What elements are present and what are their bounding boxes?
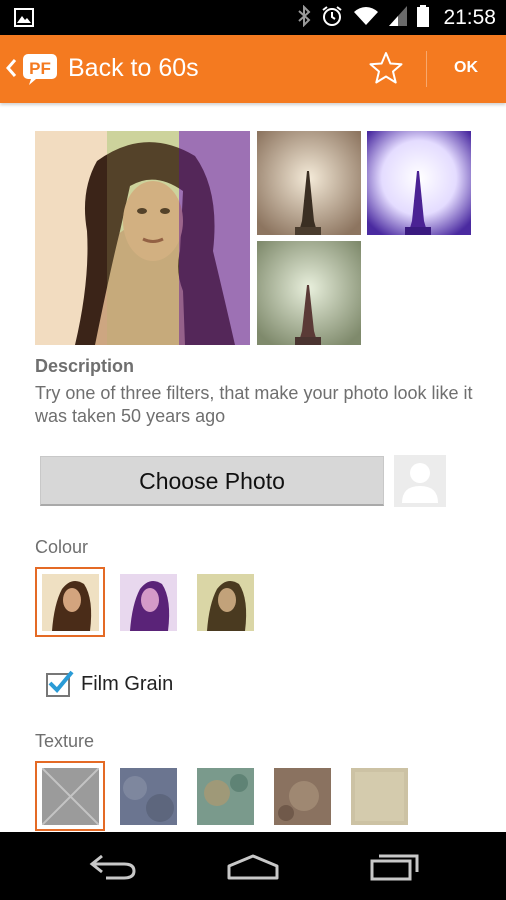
avatar-placeholder-icon[interactable] [394, 455, 446, 507]
svg-text:PF: PF [29, 59, 51, 78]
sample-thumbnail-warm[interactable] [257, 131, 361, 235]
alarm-icon [321, 5, 343, 31]
texture-option-none[interactable] [42, 768, 99, 825]
bluetooth-icon [297, 4, 311, 31]
recent-apps-icon[interactable] [370, 850, 422, 886]
colour-label: Colour [35, 537, 89, 557]
signal-icon [389, 5, 408, 30]
texture-option-paper[interactable] [351, 768, 408, 825]
home-icon[interactable] [226, 850, 280, 886]
navigation-bar [0, 832, 506, 900]
back-icon[interactable] [88, 850, 138, 886]
description-text: Try one of three filters, that make your… [35, 383, 473, 426]
battery-icon [417, 4, 430, 31]
colour-option-purple[interactable] [120, 574, 177, 631]
filter-preview-image [35, 131, 250, 345]
texture-option-teal-grunge[interactable] [197, 768, 254, 825]
star-icon[interactable] [368, 50, 404, 90]
description-heading: Description [35, 356, 135, 376]
colour-option-warm[interactable] [42, 574, 99, 631]
texture-label: Texture [35, 731, 95, 751]
wifi-icon [353, 6, 379, 30]
sample-thumbnail-purple[interactable] [367, 131, 471, 235]
app-logo[interactable]: PF [22, 52, 58, 86]
back-chevron-icon[interactable] [4, 54, 18, 86]
screen-title[interactable]: Back to 60s [68, 54, 199, 83]
texture-option-blue-grunge[interactable] [120, 768, 177, 825]
clock-time: 21:58 [443, 5, 496, 29]
colour-option-green[interactable] [197, 574, 254, 631]
status-bar: 21:58 [0, 0, 506, 35]
ok-button[interactable]: OK [440, 59, 492, 77]
sample-thumbnail-green[interactable] [257, 241, 361, 345]
film-grain-label[interactable]: Film Grain [81, 673, 173, 696]
action-bar: PF Back to 60s OK [0, 35, 506, 103]
texture-option-brown-grunge[interactable] [274, 768, 331, 825]
action-divider [426, 51, 427, 87]
choose-photo-button[interactable]: Choose Photo [40, 456, 384, 506]
film-grain-checkbox[interactable] [46, 670, 74, 697]
image-icon [14, 8, 34, 31]
